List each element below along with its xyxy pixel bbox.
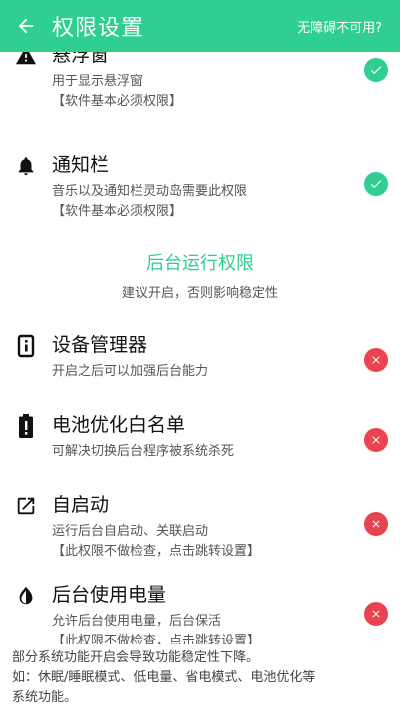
accessibility-unavailable-link[interactable]: 无障碍不可用? (297, 17, 382, 36)
footer-line: 系统功能。 (12, 690, 78, 705)
permission-note: 【软件基本必须权限】 (52, 94, 183, 109)
open-external-icon (12, 492, 40, 520)
permission-title: 电池优化白名单 (52, 414, 186, 436)
permission-item-auto-start[interactable]: 自启动 运行后台自启动、关联启动 【此权限不做检查，点击跳转设置】 (0, 492, 400, 582)
permission-item-floating-window[interactable]: 悬浮窗 用于显示悬浮窗 【软件基本必须权限】 (0, 52, 400, 152)
app-root: 权限设置 无障碍不可用? 悬浮窗 用于显示悬浮窗 【软件基本必须权限】 通知栏 … (0, 0, 400, 711)
permission-desc: 音乐以及通知栏灵动岛需要此权限 (52, 184, 248, 199)
status-denied-icon (364, 428, 388, 452)
half-drop-icon (12, 582, 40, 610)
status-denied-icon (364, 602, 388, 626)
arrow-left-icon (18, 18, 34, 34)
back-button[interactable] (0, 0, 52, 52)
status-granted-icon (364, 58, 388, 82)
footer-line: 如：休眠/睡眠模式、低电量、省电模式、电池优化等 (12, 670, 316, 685)
section-title: 后台运行权限 (146, 253, 254, 274)
permission-desc: 可解决切换后台程序被系统杀死 (52, 444, 235, 459)
permission-item-battery-whitelist[interactable]: 电池优化白名单 可解决切换后台程序被系统杀死 (0, 412, 400, 492)
permission-note: 【此权限不做检查，点击跳转设置】 (52, 634, 261, 644)
permission-title: 悬浮窗 (52, 52, 110, 66)
permission-desc: 开启之后可以加强后台能力 (52, 364, 209, 379)
permission-list[interactable]: 悬浮窗 用于显示悬浮窗 【软件基本必须权限】 通知栏 音乐以及通知栏灵动岛需要此… (0, 52, 400, 644)
app-bar: 权限设置 无障碍不可用? (0, 0, 400, 52)
permission-title: 设备管理器 (52, 334, 148, 356)
section-subtitle: 建议开启，否则影响稳定性 (121, 286, 278, 301)
device-admin-icon (12, 332, 40, 360)
permission-note: 【此权限不做检查，点击跳转设置】 (52, 544, 261, 559)
permission-item-device-admin[interactable]: 设备管理器 开启之后可以加强后台能力 (0, 332, 400, 412)
status-denied-icon (364, 512, 388, 536)
bell-icon (12, 152, 40, 180)
status-granted-icon (364, 172, 388, 196)
permission-note: 【软件基本必须权限】 (52, 204, 183, 219)
status-denied-icon (364, 348, 388, 372)
permission-desc: 允许后台使用电量，后台保活 (52, 614, 222, 629)
permission-title: 通知栏 (52, 154, 110, 176)
battery-alert-icon (12, 412, 40, 440)
warning-icon (12, 52, 40, 70)
permission-desc: 用于显示悬浮窗 (52, 74, 144, 89)
permission-list-scroll: 悬浮窗 用于显示悬浮窗 【软件基本必须权限】 通知栏 音乐以及通知栏灵动岛需要此… (0, 52, 400, 644)
section-background-run: 后台运行权限 建议开启，否则影响稳定性 (0, 252, 400, 332)
permission-item-background-power[interactable]: 后台使用电量 允许后台使用电量，后台保活 【此权限不做检查，点击跳转设置】 (0, 582, 400, 644)
page-title: 权限设置 (52, 16, 145, 41)
permission-title: 后台使用电量 (52, 584, 167, 606)
permission-title: 自启动 (52, 494, 110, 516)
permission-item-notification[interactable]: 通知栏 音乐以及通知栏灵动岛需要此权限 【软件基本必须权限】 (0, 152, 400, 252)
footer-line: 部分系统功能开启会导致功能稳定性下降。 (12, 650, 260, 665)
footer-notice: 部分系统功能开启会导致功能稳定性下降。 如：休眠/睡眠模式、低电量、省电模式、电… (0, 644, 400, 711)
permission-desc: 运行后台自启动、关联启动 (52, 524, 209, 539)
